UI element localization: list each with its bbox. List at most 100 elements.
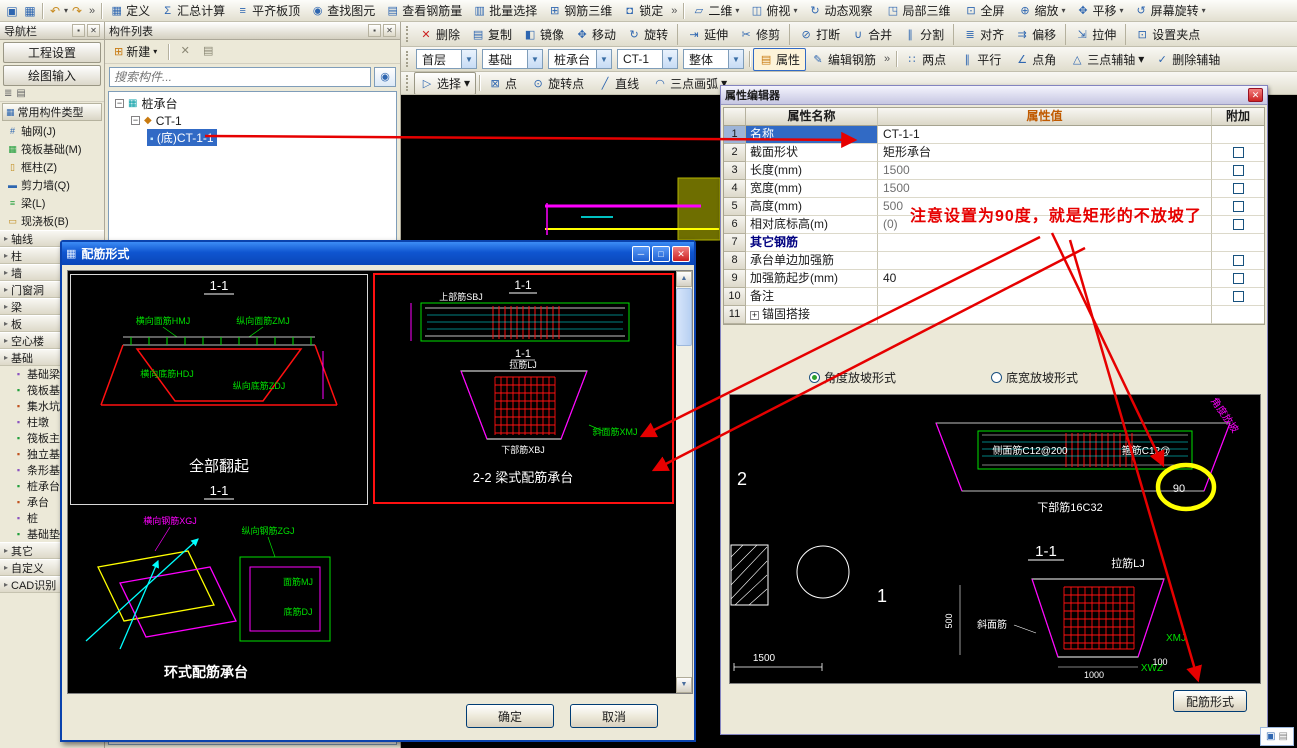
toolbar-button[interactable]: ∥ 平行 — [955, 49, 1009, 70]
property-editor-titlebar[interactable]: 属性编辑器 ✕ — [721, 86, 1267, 105]
prop-value[interactable]: 500 — [878, 198, 1212, 216]
prop-name[interactable]: 备注 — [746, 288, 878, 306]
bottom-width-slope-radio[interactable]: 底宽放坡形式 — [991, 369, 1078, 386]
nav-common-item[interactable]: ▬ 剪力墙(Q) — [0, 176, 104, 194]
close-icon[interactable]: ✕ — [87, 24, 100, 37]
toolbar-button[interactable]: ≡ 平齐板顶 — [231, 1, 305, 20]
nav-common-item[interactable]: ≡ 梁(L) — [0, 194, 104, 212]
toolbar-button[interactable]: ▤ 复制 — [466, 24, 517, 45]
extra-checkbox[interactable] — [1232, 183, 1244, 194]
scrollbar[interactable]: ▲ ▼ — [676, 271, 692, 693]
prop-value[interactable] — [878, 252, 1212, 270]
toolbar-button[interactable]: ⊙ 旋转点 — [526, 73, 592, 94]
angle-slope-radio[interactable]: 角度放坡形式 — [809, 369, 896, 386]
new-component-button[interactable]: ⊞ 新建 ▾ — [109, 41, 162, 62]
prop-name[interactable]: 宽度(mm) — [746, 180, 878, 198]
extra-checkbox[interactable] — [1232, 291, 1244, 302]
edit-rebar-button[interactable]: ✎ 编辑钢筋 — [806, 49, 881, 70]
toolbar-button[interactable]: ▥ 批量选择 — [468, 1, 542, 20]
overflow-chevron[interactable]: » — [668, 5, 680, 17]
overflow-chevron[interactable]: » — [86, 5, 98, 17]
toolbar-grip[interactable] — [406, 75, 411, 91]
prop-value[interactable]: 1500 — [878, 162, 1212, 180]
scroll-up-icon[interactable]: ▲ — [676, 271, 692, 287]
rebar-form-button[interactable]: 配筋形式 — [1173, 690, 1247, 712]
prop-name[interactable]: + 锚固搭接 — [746, 306, 878, 324]
toolbar-button[interactable]: ╱ 直线 — [593, 73, 647, 94]
prop-name[interactable]: 其它钢筋 — [746, 234, 878, 252]
cancel-button[interactable]: 取消 — [570, 704, 658, 728]
nav-common-item[interactable]: ▯ 框柱(Z) — [0, 158, 104, 176]
toolbar-button[interactable]: ✥ 移动 — [570, 24, 621, 45]
nav-common-item[interactable]: ▭ 现浇板(B) — [0, 212, 104, 230]
selected-tree-item[interactable]: ▪ (底)CT-1-1 — [147, 129, 217, 146]
scroll-down-icon[interactable]: ▼ — [676, 677, 692, 693]
toolbar-button[interactable]: ◧ 镜像 — [518, 24, 569, 45]
prop-value[interactable] — [878, 234, 1212, 252]
tree-node-root[interactable]: − ▦ 桩承台 — [109, 95, 396, 112]
prop-value[interactable]: 1500 — [878, 180, 1212, 198]
chevron-down-icon[interactable]: ▼ — [728, 50, 744, 68]
nav-common-item[interactable]: # 轴网(J) — [0, 122, 104, 140]
extra-checkbox[interactable] — [1232, 165, 1244, 176]
copy-component-icon[interactable]: ▤ — [198, 43, 218, 61]
toolbar-button[interactable]: ⇥ 延伸 — [677, 23, 733, 45]
toolbar-button[interactable]: ⊕ 缩放 ▾ — [1014, 1, 1071, 20]
toolbar-grip[interactable] — [406, 51, 411, 67]
collapse-icon[interactable]: − — [131, 116, 140, 125]
context-combo[interactable]: 基础 ▼ — [482, 49, 543, 69]
search-input[interactable] — [109, 67, 371, 87]
toolbar-button[interactable]: ◘ 锁定 — [618, 1, 668, 20]
toolbar-button[interactable]: ✥ 平移 ▾ — [1072, 1, 1129, 20]
toolbar-button[interactable]: ◫ 俯视 ▾ — [745, 1, 802, 20]
chevron-down-icon[interactable]: ▼ — [527, 50, 542, 68]
common-types-header[interactable]: ▦ 常用构件类型 — [2, 103, 102, 121]
rebar-option-ring-type[interactable]: 横向钢筋XGJ 纵向钢筋ZGJ 面筋MJ 底筋DJ 环式配筋承台 — [70, 511, 368, 691]
rebar-option-all-flipped[interactable]: 1-1 横向面筋HMJ 纵向面筋ZMJ 横向底筋HDJ 纵向底筋ZDJ 全部翻起… — [70, 274, 368, 505]
prop-name[interactable]: 相对底标高(m) — [746, 216, 878, 234]
toolbar-button[interactable]: ⊞ 钢筋三维 — [543, 1, 617, 20]
toolbar-button[interactable]: ⊘ 打断 — [789, 23, 845, 45]
toolbar-button[interactable]: ✕ 删除 — [414, 24, 465, 45]
search-icon[interactable]: ◉ — [374, 67, 396, 87]
extra-checkbox[interactable] — [1232, 255, 1244, 266]
toolbar-grip[interactable] — [406, 26, 411, 42]
save-icon[interactable]: ▦ — [21, 4, 39, 18]
toolbar-button[interactable]: ▦ 定义 — [105, 1, 155, 20]
prop-value[interactable]: CT-1-1 — [878, 126, 1212, 144]
context-combo[interactable]: 整体 ▼ — [683, 49, 745, 69]
close-icon[interactable]: ✕ — [383, 24, 396, 37]
extra-checkbox[interactable] — [1232, 219, 1244, 230]
prop-value[interactable]: 矩形承台 — [878, 144, 1212, 162]
prop-name[interactable]: 加强筋起步(mm) — [746, 270, 878, 288]
rebar-dialog-titlebar[interactable]: ▦ 配筋形式 ─ □ ✕ — [62, 242, 694, 265]
property-button[interactable]: ▤ 属性 — [753, 47, 807, 71]
toolbar-button[interactable]: △ 三点辅轴 ▾ — [1065, 49, 1149, 70]
rebar-option-beam-type-selected[interactable]: 1-1 上部筋SBJ 1-1 拉筋LJ 斜面筋XMJ 下部筋XBJ 2-2 梁式… — [373, 273, 674, 504]
toolbar-button[interactable]: ∥ 分割 — [898, 24, 949, 45]
toolbar-button[interactable]: ▱ 二维 ▾ — [687, 1, 744, 20]
toolbar-button[interactable]: Σ 汇总计算 — [156, 1, 230, 20]
list-view-icon[interactable]: ≣ — [4, 88, 12, 99]
pin-icon[interactable]: ▪ — [72, 24, 85, 37]
context-combo[interactable]: 桩承台 ▼ — [548, 49, 613, 69]
toolbar-button[interactable]: ⇲ 拉伸 — [1065, 23, 1121, 45]
prop-name[interactable]: 高度(mm) — [746, 198, 878, 216]
delete-component-icon[interactable]: ✕ — [175, 43, 195, 61]
app-icon[interactable]: ▣ — [3, 4, 21, 18]
prop-name[interactable]: 名称 — [746, 126, 878, 144]
overflow-chevron[interactable]: » — [881, 53, 893, 65]
undo-icon[interactable]: ↶ — [46, 4, 64, 18]
extra-checkbox[interactable] — [1232, 147, 1244, 158]
toolbar-button[interactable]: ⊡ 全屏 — [959, 1, 1012, 20]
prop-name[interactable]: 承台单边加强筋 — [746, 252, 878, 270]
prop-value[interactable] — [878, 288, 1212, 306]
prop-value[interactable]: (0) — [878, 216, 1212, 234]
restore-icon[interactable]: □ — [652, 245, 670, 262]
chevron-down-icon[interactable]: ▼ — [461, 50, 476, 68]
extra-checkbox[interactable] — [1232, 201, 1244, 212]
scrollbar-thumb[interactable] — [676, 288, 692, 346]
toolbar-button[interactable]: ⇉ 偏移 — [1010, 24, 1061, 45]
toolbar-button[interactable]: ⊠ 点 — [483, 73, 525, 94]
ok-button[interactable]: 确定 — [466, 704, 554, 728]
